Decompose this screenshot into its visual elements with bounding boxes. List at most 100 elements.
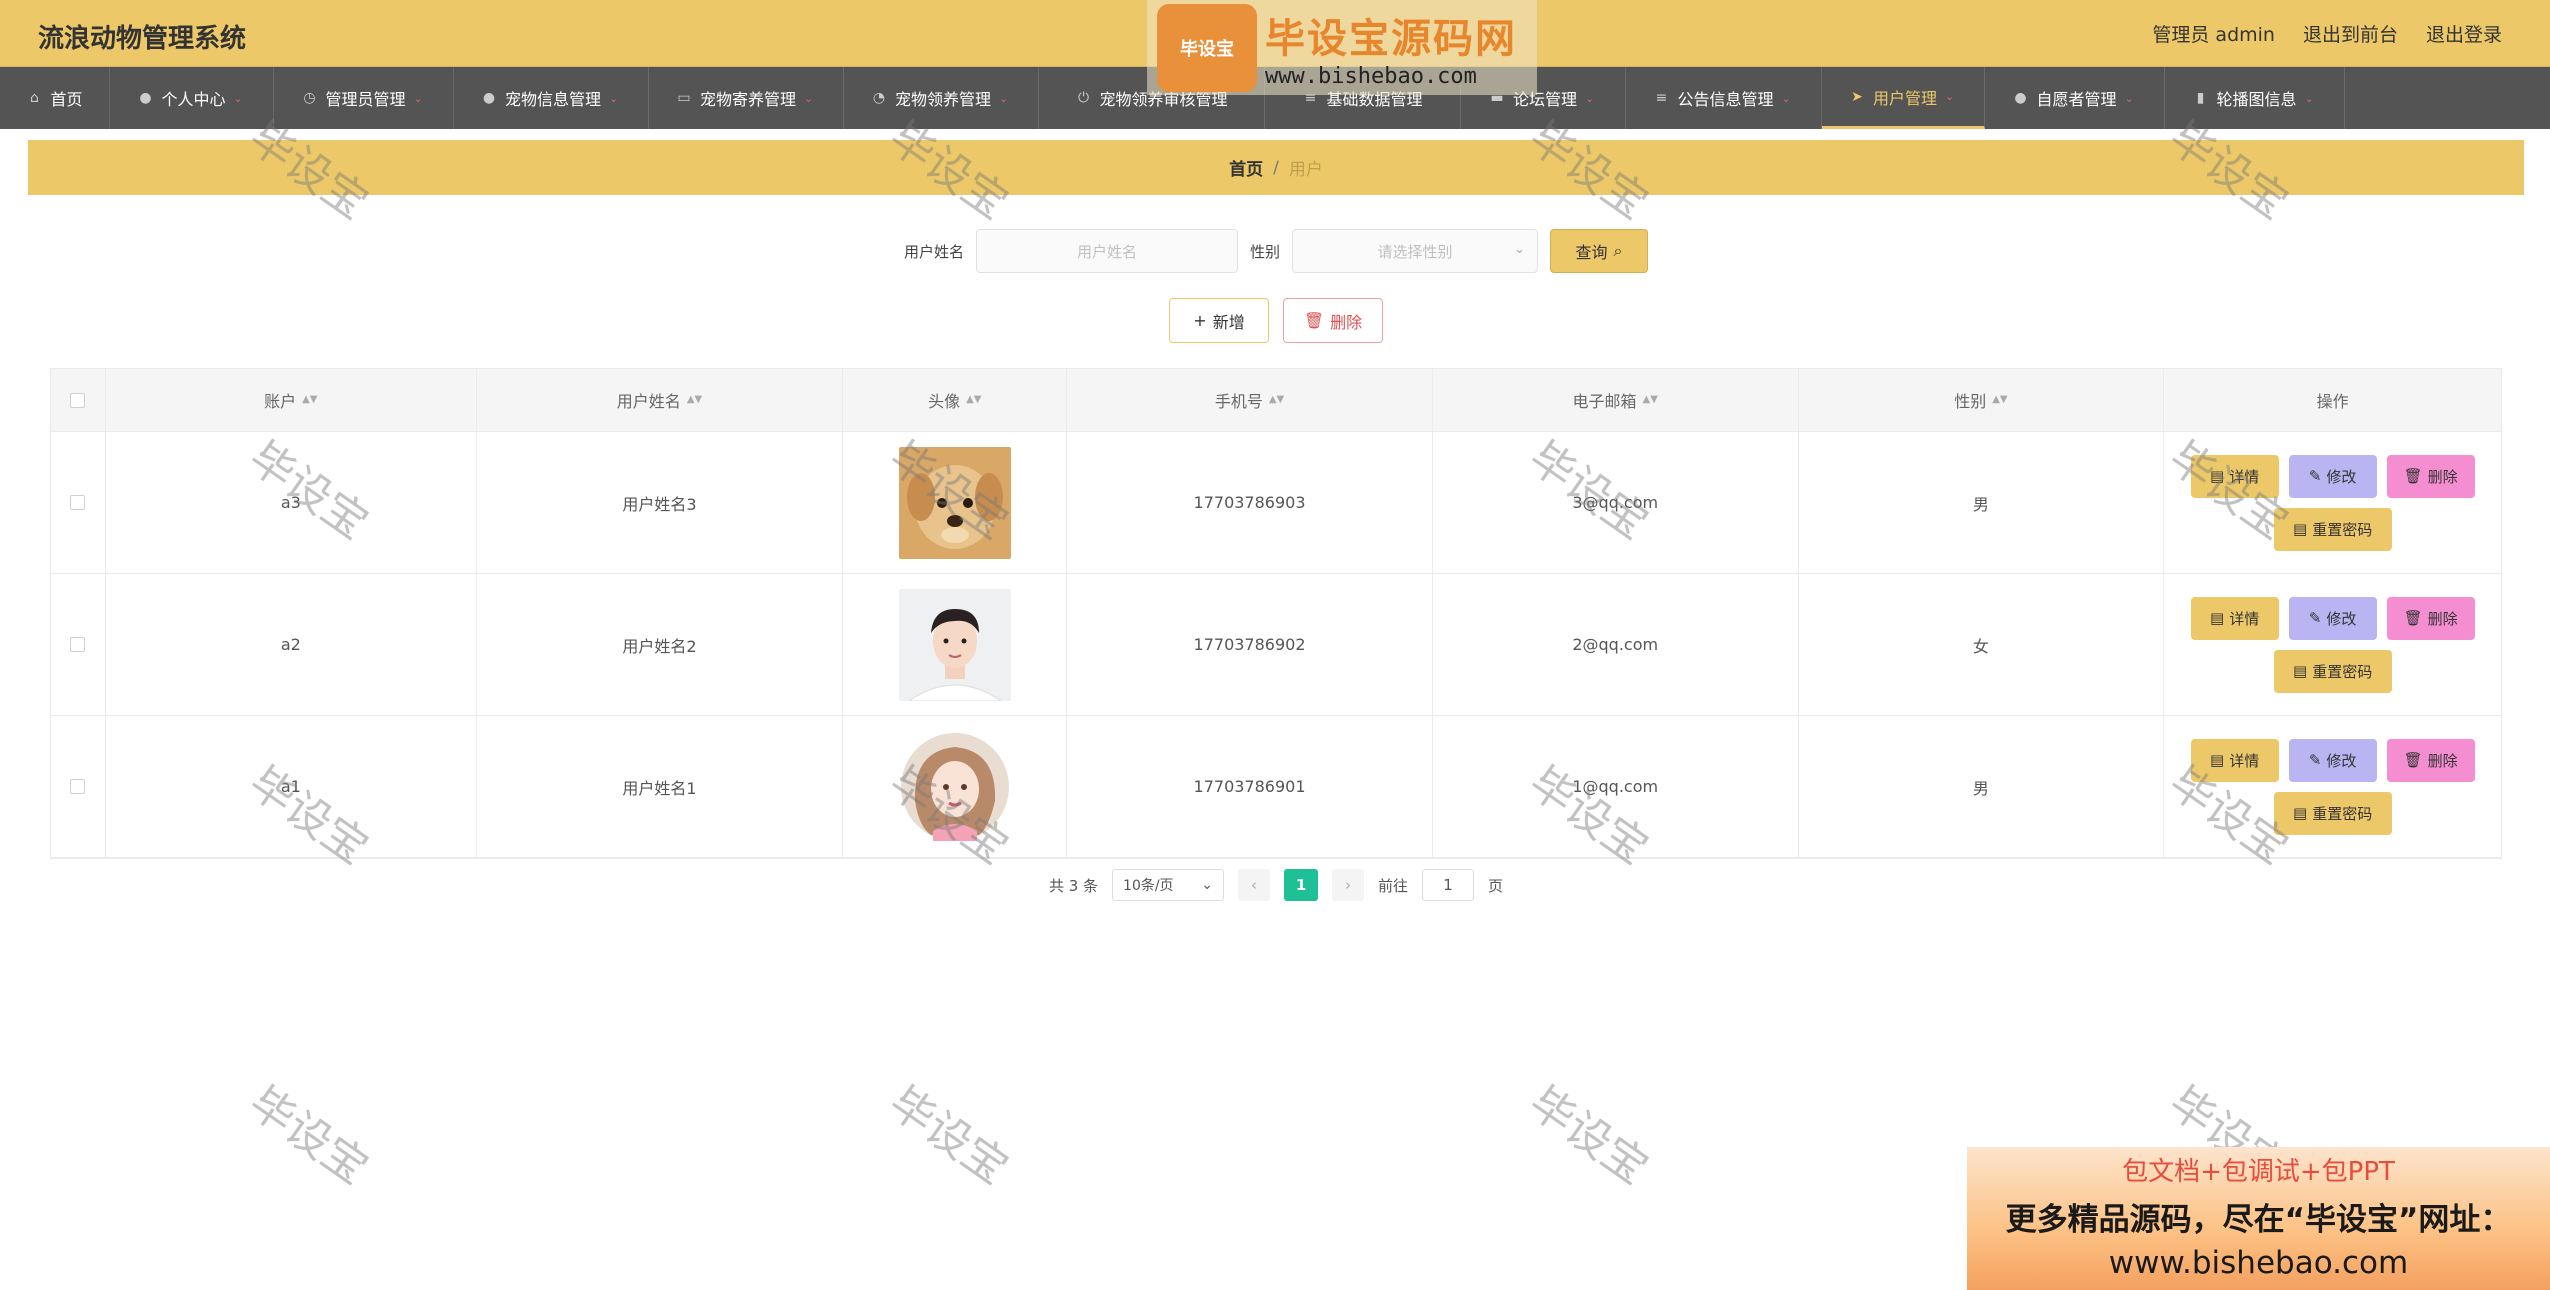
page-number-current[interactable]: 1: [1284, 869, 1319, 901]
header-gender[interactable]: 性别 ▲▼: [1799, 369, 2165, 431]
name-input[interactable]: 用户姓名: [976, 229, 1238, 273]
row-actions: ▤ 详情 ✎ 修改 🗑 删除 ▤ 重置密码: [2190, 596, 2475, 693]
header-label: 操作: [2316, 392, 2349, 411]
chevron-down-icon: ⌄: [999, 91, 1009, 105]
promo-banner: 包文档+包调试+包PPT 更多精品源码，尽在“毕设宝”网址： www.bishe…: [1967, 1147, 2550, 1290]
operations-cell: ▤ 详情 ✎ 修改 🗑 删除 ▤ 重置密码: [2164, 432, 2501, 573]
chevron-down-icon: ⌄: [2124, 91, 2134, 105]
gender-placeholder: 请选择性别: [1377, 242, 1453, 261]
search-icon: ⌕: [1613, 241, 1623, 260]
header-phone[interactable]: 手机号 ▲▼: [1067, 369, 1433, 431]
delete-button[interactable]: 🗑 删除: [2386, 596, 2475, 640]
detail-button[interactable]: ▤ 详情: [2190, 738, 2279, 782]
row-checkbox[interactable]: [70, 495, 86, 510]
goto-page-input[interactable]: 1: [1422, 869, 1475, 901]
logout-link[interactable]: 退出登录: [2426, 20, 2502, 47]
prev-page-button[interactable]: ‹: [1238, 869, 1271, 901]
reset-password-button[interactable]: ▤ 重置密码: [2273, 791, 2392, 835]
delete-button[interactable]: 🗑 删除: [2386, 454, 2475, 498]
pagination: 共 3 条 10条/页 ⌄ ‹ 1 › 前往 1 页: [28, 869, 2524, 901]
gender-select[interactable]: 请选择性别 ⌄: [1292, 229, 1539, 273]
phone-cell: 17703786901: [1067, 716, 1433, 857]
operations-cell: ▤ 详情 ✎ 修改 🗑 删除 ▤ 重置密码: [2164, 716, 2501, 857]
header-account[interactable]: 账户 ▲▼: [106, 369, 477, 431]
detail-label: 详情: [2229, 467, 2260, 486]
trash-icon: 🗑: [2403, 751, 2423, 769]
watermark-logo-icon: 毕设宝: [1157, 3, 1257, 92]
name-cell: 用户姓名3: [477, 432, 844, 573]
chevron-down-icon: ⌄: [2304, 91, 2314, 105]
detail-button[interactable]: ▤ 详情: [2190, 454, 2279, 498]
back-to-front-link[interactable]: 退出到前台: [2303, 20, 2398, 47]
select-all-checkbox[interactable]: [70, 392, 86, 408]
avatar-cell: [843, 574, 1068, 715]
nav-user-management[interactable]: ➤ 用户管理 ⌄: [1822, 67, 1985, 129]
power-icon: ⏻: [1077, 90, 1090, 106]
send-icon: ➤: [1851, 88, 1863, 105]
page-size-select[interactable]: 10条/页 ⌄: [1112, 869, 1225, 901]
reset-label: 重置密码: [2312, 520, 2373, 539]
nav-personal-center[interactable]: ● 个人中心 ⌄: [110, 67, 274, 129]
name-cell: 用户姓名2: [477, 574, 844, 715]
nav-label: 个人中心: [161, 90, 226, 109]
nav-admin-management[interactable]: ◷ 管理员管理 ⌄: [274, 67, 454, 129]
chevron-down-icon: ⌄: [1585, 91, 1595, 105]
add-button[interactable]: + 新增: [1169, 298, 1269, 343]
next-page-button[interactable]: ›: [1332, 869, 1365, 901]
phone-cell: 17703786903: [1067, 432, 1433, 573]
trash-icon: 🗑: [2403, 609, 2423, 627]
detail-button[interactable]: ▤ 详情: [2190, 596, 2279, 640]
nav-home[interactable]: ⌂ 首页: [0, 67, 110, 129]
avatar-man: [898, 588, 1011, 701]
nav-label: 宠物寄养管理: [699, 90, 796, 109]
gender-cell: 男: [1799, 432, 2165, 573]
reset-label: 重置密码: [2312, 804, 2373, 823]
nav-volunteer-management[interactable]: ● 自愿者管理 ⌄: [1985, 67, 2165, 129]
nav-pet-adoption-management[interactable]: ◔ 宠物领养管理 ⌄: [844, 67, 1039, 129]
list-icon: ≡: [1655, 90, 1668, 106]
header-label: 电子邮箱: [1572, 392, 1637, 411]
gender-cell: 女: [1799, 574, 2165, 715]
trash-icon: 🗑: [2403, 467, 2423, 485]
detail-label: 详情: [2229, 609, 2260, 628]
nav-label: 公告信息管理: [1677, 90, 1774, 109]
email-cell: 1@qq.com: [1433, 716, 1799, 857]
content-panel: 用户姓名 用户姓名 性别 请选择性别 ⌄ 查询 ⌕ + 新增 🗑 删除 账户 ▲▼ 用户姓…: [28, 205, 2524, 923]
nav-pet-info-management[interactable]: ● 宠物信息管理 ⌄: [454, 67, 649, 129]
query-button[interactable]: 查询 ⌕: [1550, 229, 1649, 273]
select-all-cell: [51, 369, 106, 431]
sort-icon: ▲▼: [1992, 394, 2008, 405]
watermark-logo: 毕设宝 毕设宝源码网 www.bishebao.com: [1147, 0, 1537, 95]
total-count: 共 3 条: [1048, 876, 1099, 895]
briefcase-icon: ▭: [677, 90, 691, 106]
edit-icon: ✎: [2308, 751, 2322, 769]
edit-button[interactable]: ✎ 修改: [2288, 738, 2377, 782]
header-label: 头像: [928, 392, 961, 411]
nav-notice-management[interactable]: ≡ 公告信息管理 ⌄: [1626, 67, 1822, 129]
user-icon: ●: [139, 90, 152, 106]
edit-button[interactable]: ✎ 修改: [2288, 596, 2377, 640]
nav-label: 轮播图信息: [2216, 90, 2297, 109]
nav-carousel-info[interactable]: ▮ 轮播图信息 ⌄: [2165, 67, 2345, 129]
operations-cell: ▤ 详情 ✎ 修改 🗑 删除 ▤ 重置密码: [2164, 574, 2501, 715]
row-checkbox[interactable]: [70, 779, 86, 794]
reset-password-button[interactable]: ▤ 重置密码: [2273, 649, 2392, 693]
header-avatar[interactable]: 头像 ▲▼: [843, 369, 1068, 431]
breadcrumb-home[interactable]: 首页: [1229, 155, 1263, 180]
header-name[interactable]: 用户姓名 ▲▼: [477, 369, 844, 431]
nav-pet-foster-management[interactable]: ▭ 宠物寄养管理 ⌄: [649, 67, 844, 129]
plus-icon: +: [1193, 311, 1207, 330]
chevron-down-icon: ⌄: [1945, 90, 1955, 103]
row-checkbox[interactable]: [70, 637, 86, 652]
batch-delete-button[interactable]: 🗑 删除: [1283, 298, 1383, 343]
avatar-cell: [843, 432, 1068, 573]
breadcrumb-current: 用户: [1288, 160, 1323, 180]
delete-label: 删除: [2427, 467, 2458, 486]
watermark-logo-url: www.bishebao.com: [1265, 64, 1477, 89]
edit-button[interactable]: ✎ 修改: [2288, 454, 2377, 498]
reset-password-button[interactable]: ▤ 重置密码: [2273, 507, 2392, 551]
email-cell: 2@qq.com: [1433, 574, 1799, 715]
delete-button[interactable]: 🗑 删除: [2386, 738, 2475, 782]
header-email[interactable]: 电子邮箱 ▲▼: [1433, 369, 1799, 431]
watermark-text: 毕设宝: [879, 1076, 1018, 1195]
